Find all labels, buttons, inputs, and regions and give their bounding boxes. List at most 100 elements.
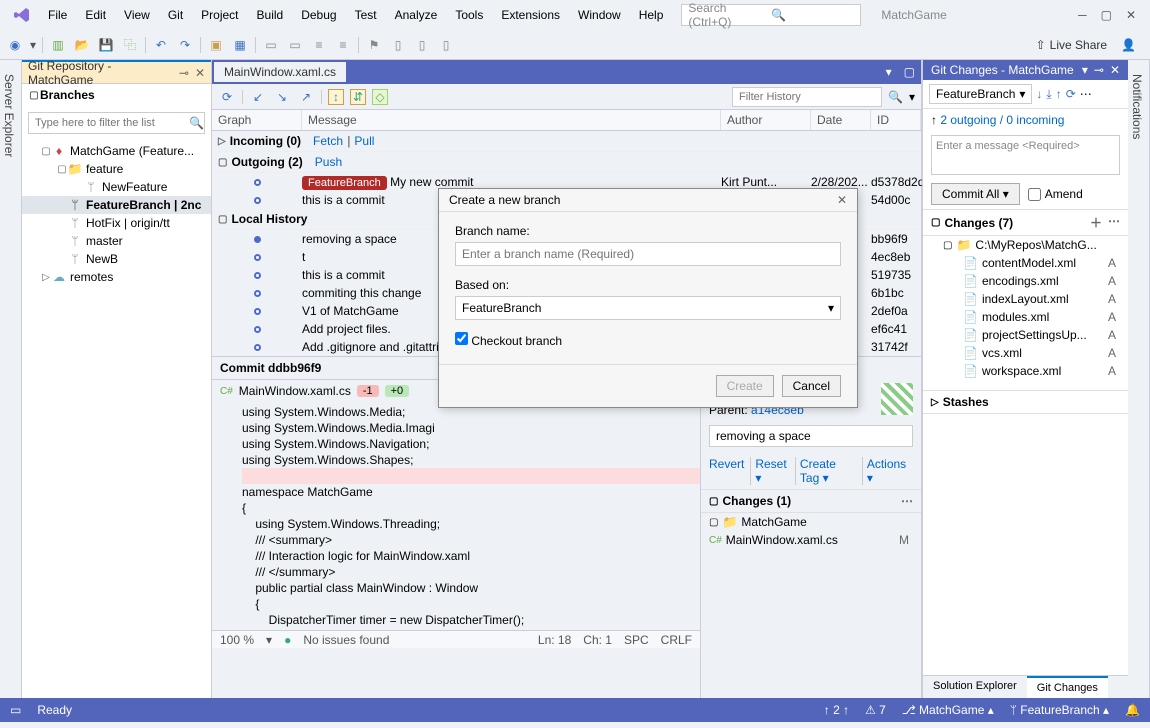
filter-history-input[interactable] <box>732 87 882 107</box>
col-author[interactable]: Author <box>721 110 811 130</box>
expand-icon[interactable]: ▢ <box>28 90 40 101</box>
refresh-icon[interactable]: ⟳ <box>218 88 236 106</box>
pull-icon[interactable]: ↘ <box>273 88 291 106</box>
menu-test[interactable]: Test <box>347 4 385 26</box>
save-all-icon[interactable]: ⿻ <box>121 36 139 54</box>
dropdown-icon[interactable]: ▾ <box>880 65 898 79</box>
menu-build[interactable]: Build <box>249 4 292 26</box>
push-icon[interactable]: ↗ <box>297 88 315 106</box>
maximize-icon[interactable]: ▢ <box>1101 8 1112 22</box>
down-count[interactable]: ⚠ 7 <box>865 703 886 717</box>
fetch-icon[interactable]: ↙ <box>249 88 267 106</box>
menu-edit[interactable]: Edit <box>77 4 114 26</box>
menu-extensions[interactable]: Extensions <box>493 4 568 26</box>
undo-icon[interactable]: ↶ <box>152 36 170 54</box>
stashes-header[interactable]: Stashes <box>943 395 989 409</box>
notifications-icon[interactable]: 🔔 <box>1125 703 1140 717</box>
based-on-dropdown[interactable]: FeatureBranch▾ <box>455 296 841 320</box>
tree-item[interactable]: ᛘFeatureBranch | 2nc <box>22 196 211 214</box>
col-message[interactable]: Message <box>302 110 721 130</box>
add-icon[interactable]: ＋ <box>1090 214 1102 231</box>
view-icon[interactable]: ⇵ <box>350 89 366 105</box>
search-box[interactable]: Search (Ctrl+Q) 🔍 <box>681 4 861 26</box>
zoom-level[interactable]: 100 % <box>220 633 254 647</box>
outgoing-section[interactable]: ▢Outgoing (2) Push <box>212 152 921 173</box>
pin-icon[interactable]: ⊸ <box>1094 63 1104 77</box>
tree-item[interactable]: ▢📁feature <box>22 160 211 178</box>
tree-item[interactable]: ▷☁remotes <box>22 268 211 286</box>
changed-file[interactable]: MainWindow.xaml.cs <box>726 533 895 547</box>
changed-file-row[interactable]: 📄vcs.xmlA <box>923 344 1128 362</box>
tab-solution-explorer[interactable]: Solution Explorer <box>923 676 1027 698</box>
pull-icon[interactable]: ⤓ <box>1046 87 1051 102</box>
repo-status[interactable]: ⎇ MatchGame ▴ <box>902 703 994 717</box>
commit-message-input[interactable] <box>709 425 913 447</box>
sync-link[interactable]: 2 outgoing / 0 incoming <box>940 113 1064 127</box>
changed-file-row[interactable]: 📄contentModel.xmlA <box>923 254 1128 272</box>
save-icon[interactable]: 💾 <box>97 36 115 54</box>
more-icon[interactable]: ⋯ <box>1080 87 1092 101</box>
changed-file-row[interactable]: 📄workspace.xmlA <box>923 362 1128 380</box>
icon-b[interactable]: ▦ <box>231 36 249 54</box>
menu-analyze[interactable]: Analyze <box>387 4 446 26</box>
action-reset[interactable]: Reset ▾ <box>755 457 796 485</box>
tree-item[interactable]: ᛘNewFeature <box>22 178 211 196</box>
changed-file-row[interactable]: 📄modules.xmlA <box>923 308 1128 326</box>
changed-file-row[interactable]: 📄indexLayout.xmlA <box>923 290 1128 308</box>
menu-project[interactable]: Project <box>193 4 246 26</box>
action-create[interactable]: Create Tag ▾ <box>800 457 863 485</box>
action-actions[interactable]: Actions ▾ <box>867 457 913 485</box>
sync-icon[interactable]: ⟳ <box>1066 87 1076 101</box>
pin-icon[interactable]: ⊸ <box>179 66 189 80</box>
document-tab[interactable]: MainWindow.xaml.cs <box>214 62 346 82</box>
liveshare-button[interactable]: Live Share <box>1050 38 1107 52</box>
menu-debug[interactable]: Debug <box>293 4 344 26</box>
branch-name-input[interactable] <box>455 242 841 266</box>
menu-file[interactable]: File <box>40 4 75 26</box>
icon-a[interactable]: ▣ <box>207 36 225 54</box>
open-icon[interactable]: 📂 <box>73 36 91 54</box>
cancel-button[interactable]: Cancel <box>782 375 841 397</box>
close-icon[interactable]: ✕ <box>1110 63 1120 77</box>
dropdown-icon[interactable]: ▾ <box>1082 63 1088 77</box>
more-icon[interactable]: ⋯ <box>901 494 913 508</box>
dropdown-icon[interactable]: ▾ <box>30 38 36 52</box>
nav-back-icon[interactable]: ◉ <box>6 36 24 54</box>
branch-dropdown[interactable]: FeatureBranch▾ <box>929 84 1032 104</box>
push-link[interactable]: Push <box>315 155 342 169</box>
more-icon[interactable]: ⋯ <box>1108 214 1120 231</box>
menu-view[interactable]: View <box>116 4 158 26</box>
fetch-icon[interactable]: ↓ <box>1036 87 1042 101</box>
up-count[interactable]: ↑ 2 ↑ <box>824 703 849 717</box>
redo-icon[interactable]: ↷ <box>176 36 194 54</box>
tree-item[interactable]: ᛘNewB <box>22 250 211 268</box>
branch-status[interactable]: ᛘ FeatureBranch ▴ <box>1010 703 1109 717</box>
sidetab-server-explorer[interactable]: Server Explorer <box>0 68 18 694</box>
menu-window[interactable]: Window <box>570 4 629 26</box>
menu-git[interactable]: Git <box>160 4 191 26</box>
changed-file-row[interactable]: 📄encodings.xmlA <box>923 272 1128 290</box>
close-icon[interactable]: ✕ <box>195 66 205 80</box>
tree-item[interactable]: ᛘHotFix | origin/tt <box>22 214 211 232</box>
col-date[interactable]: Date <box>811 110 871 130</box>
tree-item[interactable]: ▢♦MatchGame (Feature... <box>22 142 211 160</box>
branch-filter-input[interactable] <box>29 113 183 133</box>
menu-help[interactable]: Help <box>631 4 672 26</box>
liveshare-icon[interactable]: ⇧ <box>1036 38 1046 52</box>
amend-checkbox[interactable]: Amend <box>1028 187 1083 201</box>
close-icon[interactable]: ✕ <box>837 193 847 207</box>
sidetab-notifications[interactable]: Notifications <box>1128 68 1146 694</box>
tree-item[interactable]: ᛘmaster <box>22 232 211 250</box>
close-icon[interactable]: ✕ <box>1126 8 1136 22</box>
commit-message-box[interactable]: Enter a message <Required> <box>931 135 1120 175</box>
commit-all-button[interactable]: Commit All ▾ <box>931 183 1020 205</box>
menu-tools[interactable]: Tools <box>447 4 491 26</box>
window-icon[interactable]: ▢ <box>898 65 921 79</box>
changed-file-row[interactable]: 📄projectSettingsUp...A <box>923 326 1128 344</box>
incoming-section[interactable]: ▷Incoming (0) Fetch | Pull <box>212 131 921 152</box>
action-revert[interactable]: Revert <box>709 457 751 485</box>
push-icon[interactable]: ↑ <box>1056 87 1062 101</box>
git-repository-tab[interactable]: Git Repository - MatchGame ⊸ ✕ <box>22 60 211 84</box>
fetch-link[interactable]: Fetch <box>313 134 343 148</box>
minimize-icon[interactable]: ─ <box>1078 8 1087 22</box>
